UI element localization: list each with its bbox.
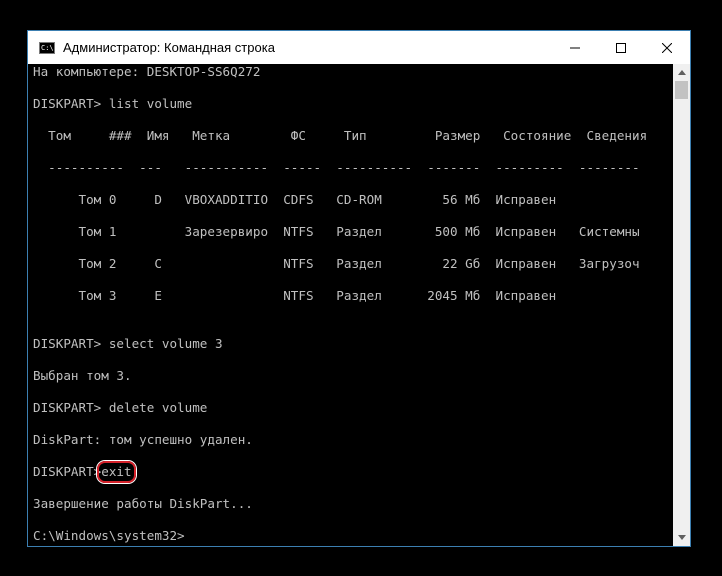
maximize-button[interactable]	[598, 31, 644, 64]
vertical-scrollbar[interactable]	[673, 64, 690, 546]
exit-command-highlight: exit	[97, 461, 136, 483]
console-output[interactable]: На компьютере: DESKTOP-SS6Q272 DISKPART>…	[28, 64, 673, 546]
window-title: Администратор: Командная строка	[63, 40, 275, 55]
console-line: Том 2 C NTFS Раздел 22 Gб Исправен Загру…	[33, 256, 640, 271]
console-line: Том 0 D VBOXADDITIO CDFS CD-ROM 56 Мб Ис…	[33, 192, 557, 207]
console-line: DiskPart: том успешно удален.	[33, 432, 253, 447]
scroll-down-button[interactable]	[673, 529, 690, 546]
console-line: DISKPART> delete volume	[33, 400, 208, 415]
console-line: Том 3 E NTFS Раздел 2045 Мб Исправен	[33, 288, 557, 303]
console-line: DISKPART> select volume 3	[33, 336, 223, 351]
console-prompt-line: C:\Windows\system32>	[33, 528, 185, 543]
cmd-window: C:\. Администратор: Командная строка На …	[27, 30, 691, 547]
exit-prompt: DISKPART>	[33, 464, 102, 479]
scroll-up-icon	[677, 70, 686, 75]
console-line: Том 1 Зарезервиро NTFS Раздел 500 Мб Исп…	[33, 224, 640, 239]
console-line: Завершение работы DiskPart...	[33, 496, 253, 511]
console-line: Том ### Имя Метка ФС Тип Размер Состояни…	[33, 128, 648, 143]
close-button[interactable]	[644, 31, 690, 64]
scrollbar-thumb[interactable]	[675, 81, 688, 99]
console-exit-line: DISKPART>exit	[33, 461, 136, 483]
console-line: DISKPART> list volume	[33, 96, 193, 111]
scroll-down-icon	[677, 535, 686, 540]
close-icon	[662, 42, 672, 53]
console-line: Выбран том 3.	[33, 368, 132, 383]
cmd-app-icon[interactable]: C:\.	[39, 42, 55, 54]
title-bar[interactable]: C:\. Администратор: Командная строка	[28, 31, 690, 64]
console-line: На компьютере: DESKTOP-SS6Q272	[33, 64, 261, 79]
scroll-up-button[interactable]	[673, 64, 690, 81]
maximize-icon	[616, 42, 626, 53]
console-line: ---------- --- ----------- ----- -------…	[33, 160, 640, 175]
minimize-icon	[570, 47, 580, 48]
minimize-button[interactable]	[552, 31, 598, 64]
